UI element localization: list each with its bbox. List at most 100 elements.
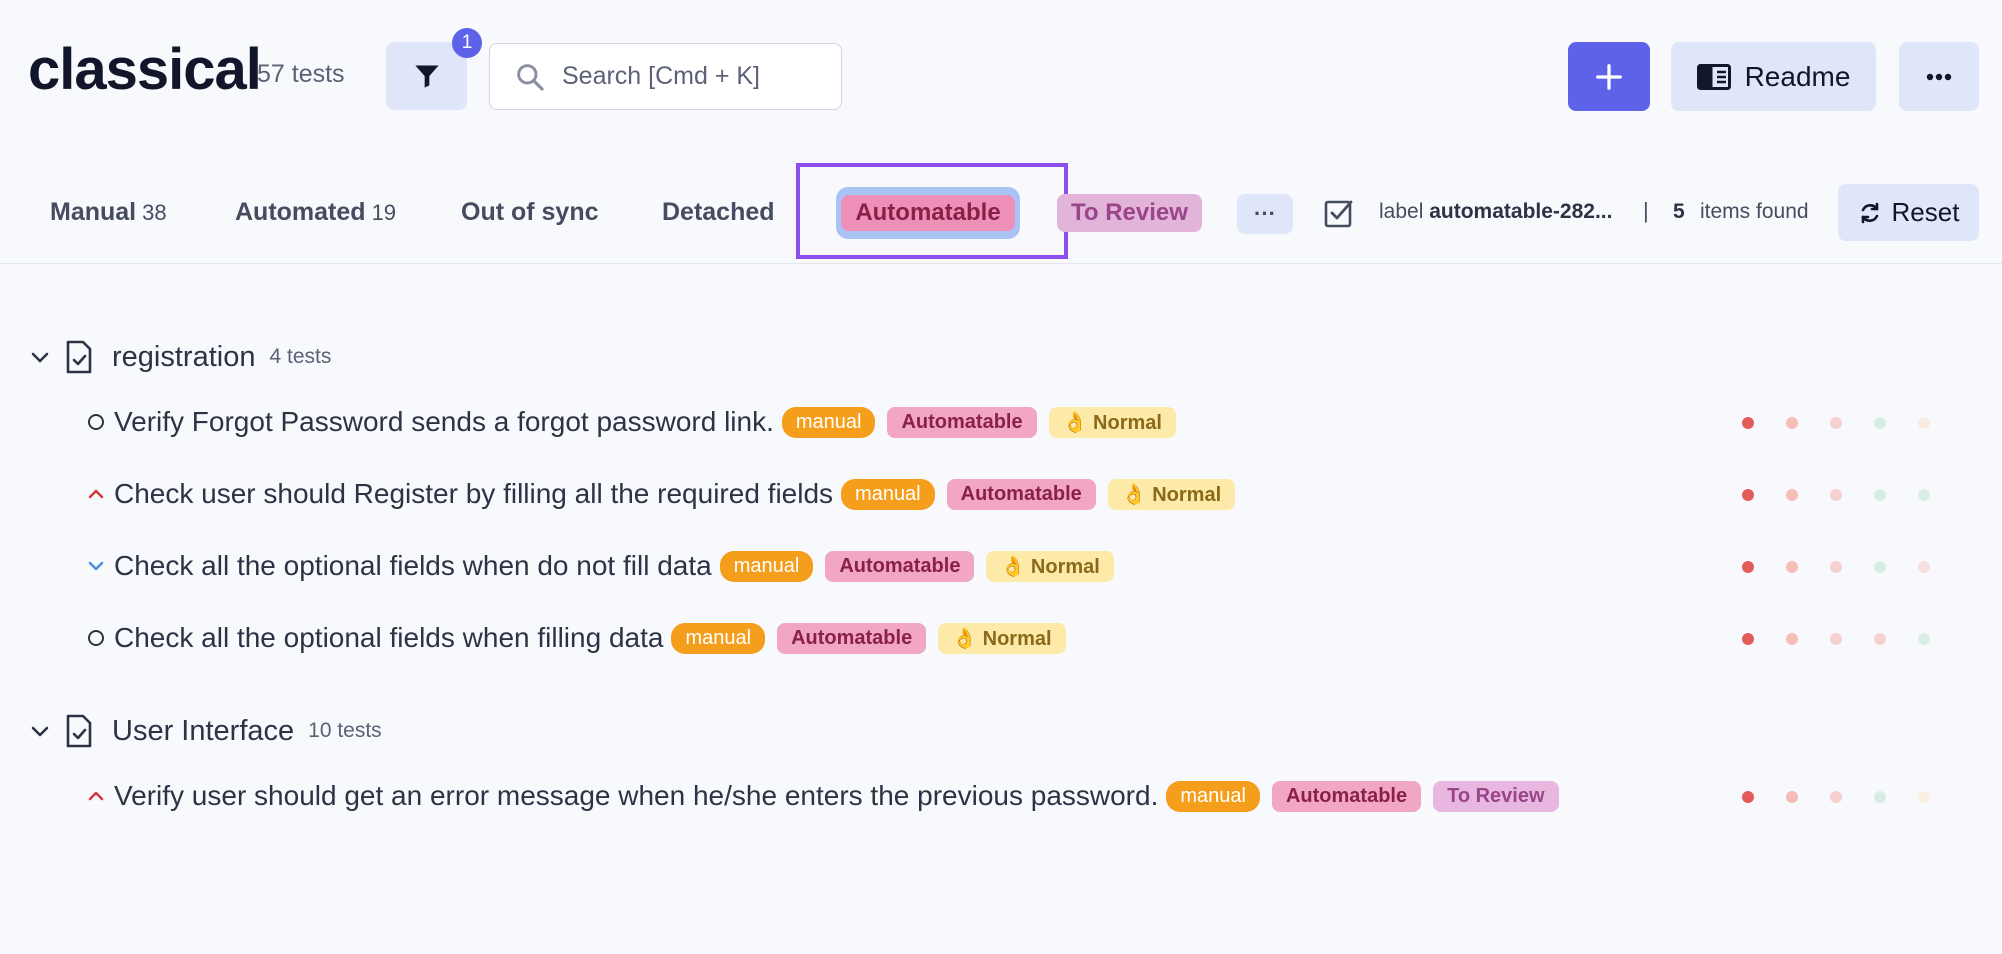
filter-value: automatable-282... [1429,200,1613,223]
tab-to-review[interactable]: To Review [1057,194,1202,232]
tag-manual[interactable]: manual [671,622,766,654]
search-icon [517,63,544,91]
tab-automatable[interactable]: Automatable [836,187,1020,239]
run-dot[interactable] [1830,561,1842,573]
tab-manual-label: Manual [50,198,137,226]
tag-normal[interactable]: 👌 Normal [1048,406,1176,438]
found-text: items found [1700,200,1809,223]
filter-count-badge: 1 [452,28,482,58]
tab-automatable-label: Automatable [841,195,1015,231]
project-title: classical [28,37,262,102]
run-dot[interactable] [1874,561,1886,573]
tab-more-button[interactable]: ··· [1237,194,1293,234]
tag-automatable[interactable]: Automatable [777,622,927,654]
priority-none-icon [86,628,106,648]
suite-test-count: 10 tests [308,719,382,742]
tag-normal[interactable]: 👌 Normal [986,550,1114,582]
refresh-icon [1861,202,1878,223]
tag-manual[interactable]: manual [719,550,814,582]
search-box[interactable] [489,43,842,110]
run-dot[interactable] [1874,489,1886,501]
run-dot[interactable] [1830,633,1842,645]
run-dot[interactable] [1786,633,1798,645]
tag-automatable[interactable]: Automatable [887,406,1037,438]
run-dot[interactable] [1742,633,1754,645]
suite-header[interactable]: registration 4 tests [28,337,331,377]
run-dot[interactable] [1786,489,1798,501]
filter-prefix: label [1379,200,1424,223]
reset-label: Reset [1891,197,1960,227]
run-dot[interactable] [1742,417,1754,429]
tag-to-review[interactable]: To Review [1433,780,1559,812]
more-icon [1926,73,1952,80]
test-title[interactable]: Check all the optional fields when filli… [114,622,663,654]
suite-title[interactable]: registration [112,341,255,374]
test-title[interactable]: Check user should Register by filling al… [114,478,833,510]
more-options-button[interactable] [1899,42,1979,111]
header: classical 57 tests 1 Readme [0,0,2002,150]
readme-button[interactable]: Readme [1671,42,1876,111]
file-check-icon [66,340,92,374]
suite-header[interactable]: User Interface 10 tests [28,711,382,751]
tag-manual[interactable]: manual [1166,780,1260,812]
run-history [1742,485,1930,505]
run-dot[interactable] [1874,417,1886,429]
plus-icon [1596,63,1622,90]
priority-none-icon [86,412,106,432]
tab-detached[interactable]: Detached [662,198,775,227]
run-dot[interactable] [1830,489,1842,501]
test-title[interactable]: Verify Forgot Password sends a forgot pa… [114,406,774,438]
priority-high-icon [86,484,106,504]
test-title[interactable]: Verify user should get an error message … [114,780,1158,812]
test-title[interactable]: Check all the optional fields when do no… [114,550,712,582]
run-history [1742,787,1930,807]
test-row[interactable]: Check all the optional fields when do no… [86,546,1114,586]
run-dot[interactable] [1786,561,1798,573]
tab-manual[interactable]: Manual 38 [50,198,167,227]
test-row[interactable]: Check all the optional fields when filli… [86,618,1066,658]
tag-automatable[interactable]: Automatable [825,550,975,582]
test-row[interactable]: Verify Forgot Password sends a forgot pa… [86,402,1176,442]
checklist-icon[interactable] [1322,194,1358,230]
run-history [1742,629,1930,649]
run-dot[interactable] [1830,791,1842,803]
run-dot[interactable] [1918,489,1930,501]
tag-manual[interactable]: manual [781,406,876,438]
chevron-down-icon[interactable] [28,345,52,369]
book-icon [1696,63,1731,90]
run-dot[interactable] [1874,633,1886,645]
suite-title[interactable]: User Interface [112,715,294,748]
run-dot[interactable] [1874,791,1886,803]
tag-manual[interactable]: manual [841,478,935,510]
chevron-down-icon[interactable] [28,719,52,743]
run-dot[interactable] [1742,489,1754,501]
tab-out-of-sync[interactable]: Out of sync [461,198,599,227]
tag-automatable[interactable]: Automatable [1271,780,1422,812]
run-dot[interactable] [1830,417,1842,429]
tab-manual-count: 38 [142,200,167,225]
tag-normal[interactable]: 👌 Normal [938,622,1066,654]
divider: | [1643,198,1649,223]
run-dot[interactable] [1918,561,1930,573]
test-row[interactable]: Verify user should get an error message … [86,776,1559,816]
run-dot[interactable] [1742,791,1754,803]
run-history [1742,413,1930,433]
add-button[interactable] [1568,42,1650,111]
run-dot[interactable] [1786,417,1798,429]
tab-automated[interactable]: Automated 19 [235,198,396,227]
reset-button[interactable]: Reset [1838,184,1979,241]
tag-normal[interactable]: 👌 Normal [1107,478,1236,510]
test-row[interactable]: Check user should Register by filling al… [86,474,1236,514]
tag-automatable[interactable]: Automatable [946,478,1096,510]
run-dot[interactable] [1786,791,1798,803]
run-dot[interactable] [1742,561,1754,573]
tab-automated-label: Automated [235,198,366,226]
search-input[interactable] [562,62,822,91]
run-dot[interactable] [1918,633,1930,645]
found-count: 5 [1673,200,1685,223]
suite-test-count: 4 tests [269,345,332,368]
run-dot[interactable] [1918,417,1930,429]
filter-tabs: Manual 38 Automated 19 Out of sync Detache… [0,160,2002,264]
run-dot[interactable] [1918,791,1930,803]
filter-icon [414,65,439,88]
